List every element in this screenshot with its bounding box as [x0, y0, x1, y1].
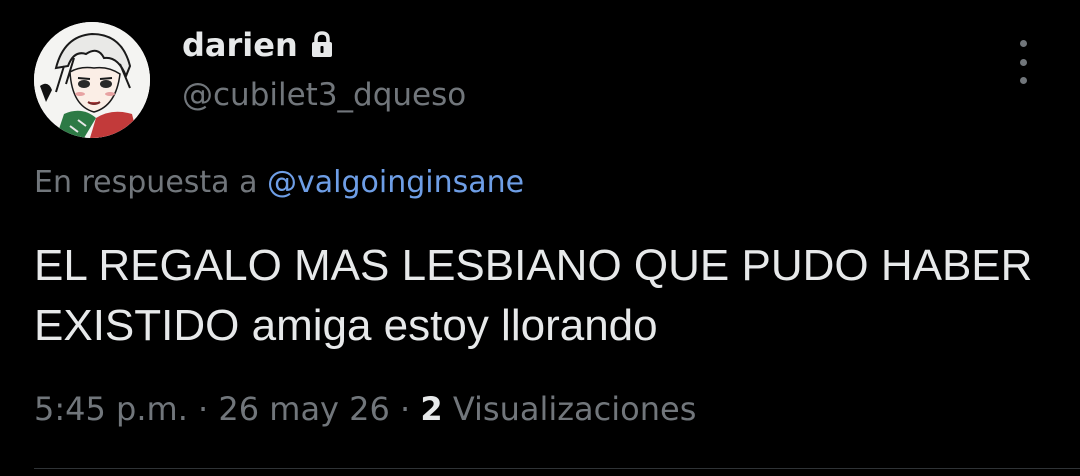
views-label[interactable]: Visualizaciones — [443, 390, 697, 428]
author-name-row: darien — [182, 24, 334, 66]
reply-context: En respuesta a @valgoinginsane — [34, 161, 524, 205]
reply-mention-link[interactable]: @valgoinginsane — [267, 165, 524, 200]
more-dot — [1019, 58, 1027, 66]
tweet-time[interactable]: 5:45 p.m. — [34, 390, 188, 428]
more-options-icon[interactable] — [1006, 40, 1040, 84]
views-count[interactable]: 2 — [420, 390, 442, 428]
author-handle[interactable]: @cubilet3_dqueso — [182, 74, 466, 116]
lock-icon — [310, 31, 334, 59]
display-name[interactable]: darien — [182, 25, 298, 65]
tweet-metadata: 5:45 p.m. · 26 may 26 · 2 Visualizacione… — [34, 386, 696, 432]
meta-separator: · — [389, 390, 421, 428]
tweet-text: EL REGALO MAS LESBIANO QUE PUDO HABER EX… — [34, 241, 1033, 350]
reply-prefix: En respuesta a — [34, 165, 268, 200]
more-dot — [1019, 77, 1027, 84]
avatar[interactable] — [34, 22, 150, 138]
more-dot — [1019, 40, 1027, 47]
divider — [34, 468, 1080, 469]
tweet-date[interactable]: 26 may 26 — [218, 390, 390, 428]
avatar-image — [34, 22, 150, 138]
meta-separator: · — [187, 390, 219, 428]
